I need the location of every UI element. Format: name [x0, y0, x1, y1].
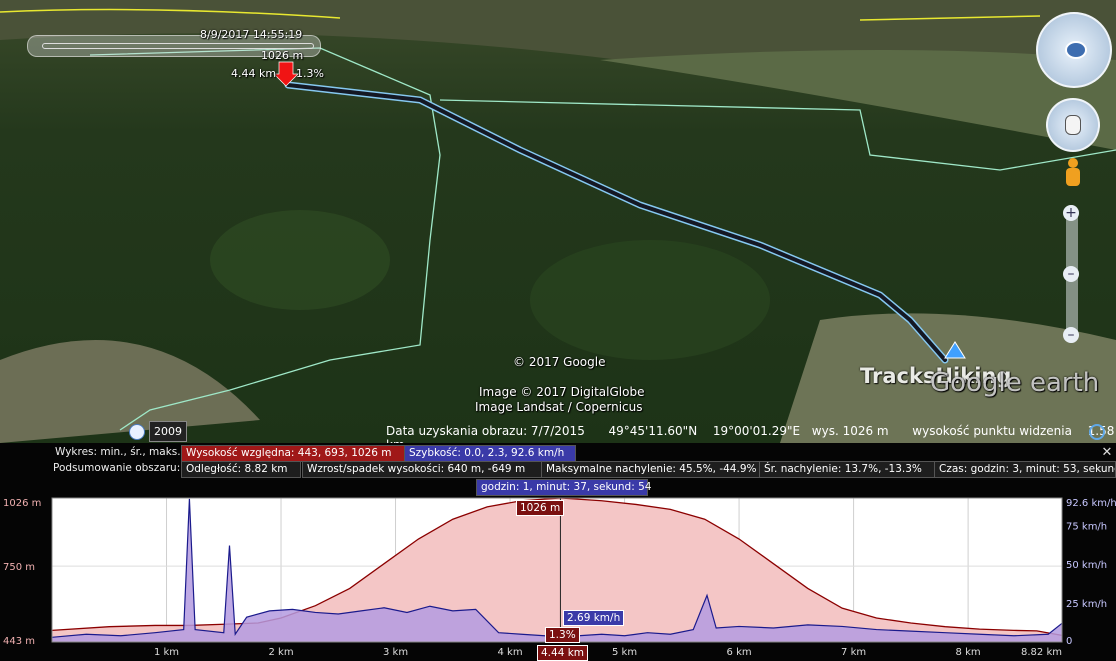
speed-chip[interactable]: Szybkość: 0.0, 2.3, 92.6 km/h [404, 445, 576, 462]
moving-time-chip: godzin: 1, minut: 37, sekund: 54 [476, 479, 651, 496]
google-earth-logo: Google earth [930, 368, 1100, 398]
y-left-tick: 1026 m [3, 498, 41, 509]
move-hand-icon[interactable] [1046, 98, 1100, 152]
elevation-chip[interactable]: Wysokość względna: 443, 693, 1026 m [181, 445, 405, 462]
y-left-tick: 443 m [3, 636, 35, 647]
longitude: 19°00'01.29"E [712, 424, 801, 438]
clock-icon[interactable] [129, 424, 145, 440]
cursor-distance-tag: 4.44 km [537, 645, 589, 661]
y-right-tick: 25 km/h [1066, 599, 1107, 610]
summary-label: Podsumowanie obszaru: [53, 462, 181, 474]
x-tick: 6 km [727, 647, 752, 658]
eye-altitude-label: wysokość punktu widzenia [912, 424, 1072, 438]
cursor-grade-tag: 1.3% [545, 627, 580, 643]
y-left-tick: 750 m [3, 562, 35, 573]
zoom-in-icon[interactable]: + [1063, 205, 1079, 221]
chart-label: Wykres: min., śr., maks.: [55, 446, 185, 458]
globe-viewport[interactable]: 8/9/2017 14:55:19 1026 m 4.44 km 1.3% © … [0, 0, 1116, 443]
cursor-elevation-tag: 1026 m [516, 500, 565, 516]
max-slope-chip: Maksymalne nachylenie: 45.5%, -44.9% [541, 461, 761, 478]
imagery-credit-1: Image © 2017 DigitalGlobe [479, 385, 645, 399]
avg-slope-chip: Śr. nachylenie: 13.7%, -13.3% [759, 461, 935, 478]
y-right-tick: 92.6 km/h [1066, 498, 1116, 509]
status-bar: Data uzyskania obrazu: 7/7/2015 49°45'11… [386, 424, 1116, 443]
cursor-speed-tag: 2.69 km/h [563, 610, 625, 626]
elevation: wys. 1026 m [811, 424, 889, 438]
y-right-tick: 50 km/h [1066, 560, 1107, 571]
marker-grade-label: 1.3% [296, 67, 324, 80]
copyright-label: © 2017 Google [513, 355, 606, 369]
close-icon[interactable]: ✕ [1100, 446, 1114, 460]
y-right-tick: 75 km/h [1066, 521, 1107, 532]
x-tick: 3 km [383, 647, 408, 658]
zoom-out-icon[interactable]: – [1063, 327, 1079, 343]
marker-distance-label: 4.44 km [231, 67, 277, 80]
zoom-thumb[interactable]: – [1063, 266, 1079, 282]
x-tick: 4 km [498, 647, 523, 658]
status-circle-icon [1089, 424, 1105, 440]
compass-north-icon[interactable] [1065, 41, 1087, 59]
imagery-year-badge[interactable]: 2009 [149, 421, 187, 442]
x-tick: 1 km [154, 647, 179, 658]
gain-chip: Wzrost/spadek wysokości: 640 m, -649 m [302, 461, 542, 478]
street-view-pegman-icon[interactable] [1063, 158, 1083, 192]
x-tick: 8 km [956, 647, 981, 658]
zoom-slider[interactable]: + – – [1063, 205, 1079, 343]
timestamp-label: 8/9/2017 14:55:19 [200, 28, 303, 41]
x-tick: 7 km [841, 647, 866, 658]
marker-elevation-label: 1026 m [261, 49, 304, 62]
y-right-tick: 0 [1066, 636, 1072, 647]
imagery-credit-2: Image Landsat / Copernicus [475, 400, 643, 414]
latitude: 49°45'11.60"N [608, 424, 698, 438]
distance-chip: Odległość: 8.82 km [181, 461, 301, 478]
x-tick: 8.82 km [1021, 647, 1062, 658]
imagery-date: Data uzyskania obrazu: 7/7/2015 [386, 424, 585, 438]
x-tick: 2 km [268, 647, 293, 658]
look-around-icon[interactable] [1036, 12, 1112, 88]
elevation-profile-panel: Wykres: min., śr., maks.: Wysokość wzglę… [0, 443, 1116, 661]
time-chip: Czas: godzin: 3, minut: 53, sekund [934, 461, 1116, 478]
x-tick: 5 km [612, 647, 637, 658]
